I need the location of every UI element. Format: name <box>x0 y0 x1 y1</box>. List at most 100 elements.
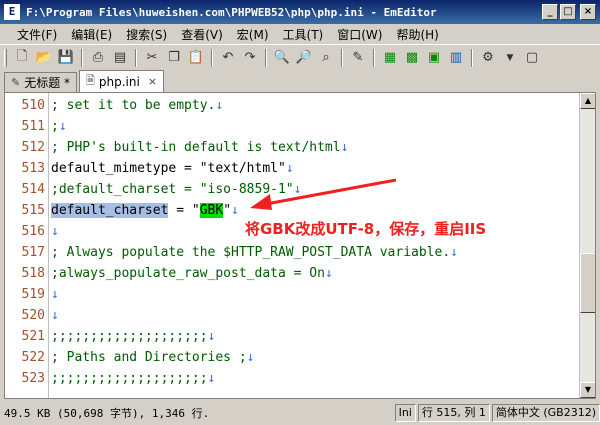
newline-mark-icon: ↓ <box>215 98 224 113</box>
newline-mark-icon: ↓ <box>285 161 294 176</box>
newline-mark-icon: ↓ <box>246 350 255 365</box>
text-editor[interactable]: 510; set it to be empty.↓ 511 ;↓ 512; PHP's… <box>4 92 596 399</box>
toolbar-separator <box>135 48 137 67</box>
tab-untitled[interactable]: ✎ 无标题 * <box>4 72 78 92</box>
newline-mark-icon: ↓ <box>51 308 59 323</box>
document-tabs: ✎ 无标题 * 🗎 php.ini × <box>0 70 600 92</box>
newline-mark-icon: ↓ <box>58 119 67 134</box>
line-content: ;;;;;;;;;;;;;;;;;;;; <box>51 329 208 344</box>
editor-line[interactable]: 517 ; Always populate the $HTTP_RAW_POST_… <box>5 242 579 263</box>
line-text: ; Paths and Directories ;↓ <box>51 347 255 368</box>
line-text: ;;;;;;;;;;;;;;;;;;;;↓ <box>51 326 215 347</box>
open-folder-icon[interactable]: 📂 <box>33 47 55 69</box>
menu-edit[interactable]: 编辑(E) <box>64 26 119 43</box>
new-file-icon[interactable]: 🗋 <box>11 47 33 69</box>
line-number: 522 <box>21 350 45 365</box>
configuration-icon[interactable]: ⚙ <box>477 47 499 69</box>
menu-file[interactable]: 文件(F) <box>10 26 64 43</box>
plugin-icon[interactable]: ▢ <box>521 47 543 69</box>
find-icon[interactable]: 🔍 <box>271 47 293 69</box>
line-text: ↓ <box>51 305 59 326</box>
editor-line[interactable]: 511 ;↓ <box>5 116 579 137</box>
tab-php-ini-label: php.ini <box>98 74 140 89</box>
paste-icon[interactable]: 📋 <box>185 47 207 69</box>
wrap-page-icon[interactable]: ▣ <box>423 47 445 69</box>
line-number: 521 <box>21 329 45 344</box>
print-icon[interactable]: ⎙ <box>87 47 109 69</box>
scrollbar-thumb[interactable] <box>580 253 595 313</box>
undo-icon[interactable]: ↶ <box>217 47 239 69</box>
line-number: 516 <box>21 224 45 239</box>
dropdown-arrow-icon[interactable]: ▼ <box>499 47 521 69</box>
toolbar-separator <box>471 48 473 67</box>
wrap-chars-icon[interactable]: ▥ <box>445 47 467 69</box>
find-next-icon[interactable]: 🔎 <box>293 47 315 69</box>
maximize-button[interactable]: □ <box>560 4 576 20</box>
window-controls: _ □ × <box>542 4 596 20</box>
find-previous-icon[interactable]: ⌕ <box>315 47 337 69</box>
document-icon: 🗎 <box>86 74 95 87</box>
menu-help[interactable]: 帮助(H) <box>389 26 445 43</box>
line-number: 523 <box>21 371 45 386</box>
editor-line[interactable]: 522 ; Paths and Directories ;↓ <box>5 347 579 368</box>
line-text: ; PHP's built-in default is text/html↓ <box>51 137 348 158</box>
line-number: 510 <box>21 98 45 113</box>
newline-mark-icon: ↓ <box>207 371 216 386</box>
line-number: 519 <box>21 287 45 302</box>
newline-mark-icon: ↓ <box>207 329 216 344</box>
cut-icon[interactable]: ✂ <box>141 47 163 69</box>
line-number: 512 <box>21 140 45 155</box>
toolbar-separator <box>341 48 343 67</box>
toolbar-separator <box>373 48 375 67</box>
line-number: 518 <box>21 266 45 281</box>
close-button[interactable]: × <box>580 4 596 20</box>
emeditor-app-icon[interactable]: E <box>4 4 20 20</box>
print-preview-icon[interactable]: ▤ <box>109 47 131 69</box>
copy-icon[interactable]: ❐ <box>163 47 185 69</box>
line-content: ; Paths and Directories ; <box>51 350 247 365</box>
scroll-up-arrow-icon[interactable]: ▲ <box>580 93 595 109</box>
wrap-none-icon[interactable]: ▦ <box>379 47 401 69</box>
tab-php-ini[interactable]: 🗎 php.ini × <box>79 70 165 92</box>
line-content: ; set it to be empty. <box>51 98 216 113</box>
highlight-search-icon[interactable]: ✎ <box>347 47 369 69</box>
line-number: 513 <box>21 161 45 176</box>
syntax-mode-status[interactable]: Ini <box>394 404 416 422</box>
line-text: ; Always populate the $HTTP_RAW_POST_DAT… <box>51 242 458 263</box>
line-content: ; Always populate the $HTTP_RAW_POST_DAT… <box>51 245 451 260</box>
document-edit-icon: ✎ <box>11 76 21 89</box>
wrap-window-icon[interactable]: ▩ <box>401 47 423 69</box>
editor-line[interactable]: 519 ↓ <box>5 284 579 305</box>
vertical-scrollbar[interactable]: ▲ ▼ <box>579 93 595 398</box>
editor-line[interactable]: 512 ; PHP's built-in default is text/html… <box>5 137 579 158</box>
save-icon[interactable]: 💾 <box>55 47 77 69</box>
editor-line[interactable]: 510 ; set it to be empty.↓ <box>5 95 579 116</box>
encoding-status[interactable]: 简体中文 (GB2312) <box>491 404 600 422</box>
menu-window[interactable]: 窗口(W) <box>330 26 389 43</box>
menu-search[interactable]: 搜索(S) <box>119 26 174 43</box>
status-bar: 49.5 KB (50,698 字节), 1,346 行. Ini 行 515,… <box>0 401 600 425</box>
line-text-mid: = " <box>168 203 200 218</box>
newline-mark-icon: ↓ <box>340 140 349 155</box>
menu-macro[interactable]: 宏(M) <box>230 26 276 43</box>
line-text: ;always_populate_raw_post_data = On↓ <box>51 263 333 284</box>
menu-tools[interactable]: 工具(T) <box>276 26 331 43</box>
tab-close-icon[interactable]: × <box>148 75 157 88</box>
title-bar: E F:\Program Files\huweishen.com\PHPWEB5… <box>0 0 600 24</box>
minimize-button[interactable]: _ <box>542 4 558 20</box>
editor-line[interactable]: 520 ↓ <box>5 305 579 326</box>
cursor-position-status[interactable]: 行 515, 列 1 <box>417 404 490 422</box>
menu-view[interactable]: 查看(V) <box>174 26 230 43</box>
line-number: 515 <box>21 203 45 218</box>
editor-line[interactable]: 523 ;;;;;;;;;;;;;;;;;;;;↓ <box>5 368 579 389</box>
line-content: ; <box>51 119 59 134</box>
scroll-down-arrow-icon[interactable]: ▼ <box>580 382 595 398</box>
newline-mark-icon: ↓ <box>324 266 333 281</box>
line-content: default_mimetype = "text/html" <box>51 161 286 176</box>
redo-icon[interactable]: ↷ <box>239 47 261 69</box>
editor-line[interactable]: 518 ;always_populate_raw_post_data = On↓ <box>5 263 579 284</box>
editor-line[interactable]: 521 ;;;;;;;;;;;;;;;;;;;;↓ <box>5 326 579 347</box>
toolbar-grip[interactable] <box>4 48 7 67</box>
newline-mark-icon: ↓ <box>450 245 458 260</box>
newline-mark-icon: ↓ <box>51 287 59 302</box>
